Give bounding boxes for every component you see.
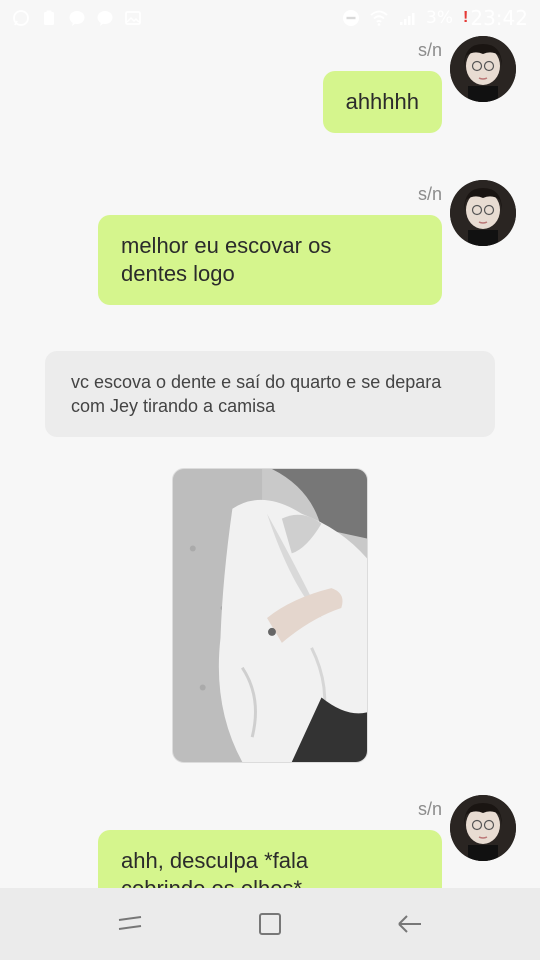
status-right: 3% ! 23:42 (342, 6, 528, 30)
whatsapp-icon (12, 9, 30, 27)
back-icon (395, 909, 425, 939)
sender-name: s/n (417, 40, 442, 60)
avatar[interactable] (450, 180, 516, 246)
home-icon (255, 909, 285, 939)
clock: 23:42 (470, 6, 528, 30)
clipboard-icon (40, 9, 58, 27)
status-left (12, 9, 142, 27)
sender-name: s/n (417, 184, 442, 204)
narration-bubble[interactable]: vc escova o dente e saí do quarto e se d… (45, 351, 495, 437)
sender-name: s/n (417, 799, 442, 819)
message-bubble-user[interactable]: ahhhhh (322, 71, 442, 133)
dnd-icon (342, 9, 360, 27)
back-button[interactable] (390, 904, 430, 944)
photo-card[interactable] (172, 468, 368, 763)
avatar[interactable] (450, 36, 516, 102)
status-bar: 3% ! 23:42 (0, 0, 540, 36)
home-button[interactable] (250, 904, 290, 944)
message-bubble-user[interactable]: melhor eu escovar os dentes logo (98, 215, 442, 305)
wifi-icon (370, 9, 388, 27)
messenger-icon-2 (96, 9, 114, 27)
avatar[interactable] (450, 795, 516, 861)
gallery-icon (124, 9, 142, 27)
battery-percent: 3% (426, 8, 454, 28)
recent-apps-button[interactable] (110, 904, 150, 944)
recent-apps-icon (115, 909, 145, 939)
messenger-icon (68, 9, 86, 27)
navigation-bar (0, 888, 540, 960)
signal-icon (398, 9, 416, 27)
battery-alert-icon: ! (463, 9, 469, 26)
